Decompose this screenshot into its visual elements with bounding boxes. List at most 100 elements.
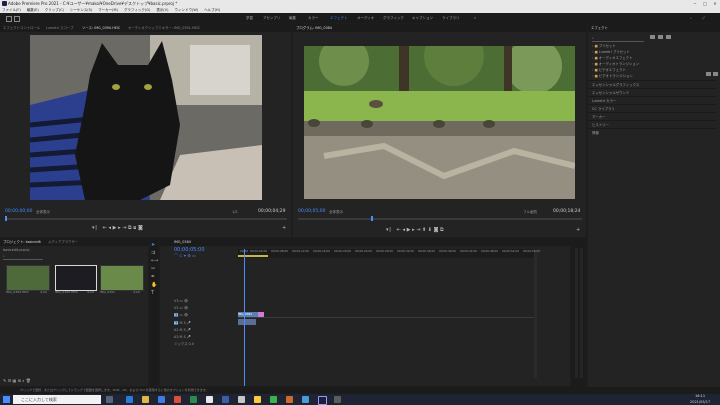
prog-mark-out-icon[interactable]: ⎸ <box>390 227 395 233</box>
app-icon[interactable] <box>334 396 341 403</box>
menu-sequence[interactable]: シーケンス(S) <box>70 8 92 12</box>
hand-tool-icon[interactable]: ✋ <box>151 282 157 288</box>
track-a3[interactable]: A3 M S 🎤 <box>174 334 194 341</box>
folder-video-effects[interactable]: › ■ ビデオエフェクト <box>592 67 626 72</box>
trash-icon[interactable]: 🗑 <box>26 378 31 383</box>
program-quality-select[interactable]: フル画質 <box>523 210 537 215</box>
folder-lumetri-presets[interactable]: › ■ Lumetri プリセット <box>592 49 630 54</box>
track-select-tool-icon[interactable]: ⇉ <box>151 250 155 256</box>
comparison-view-icon[interactable]: ⧉ <box>440 227 444 233</box>
close-button[interactable]: ✕ <box>710 0 720 7</box>
effects-search-input[interactable]: ⌕ <box>592 36 644 42</box>
menu-graphics[interactable]: グラフィック(G) <box>124 8 150 12</box>
selection-tool-icon[interactable]: ➤ <box>151 242 155 248</box>
source-zoom-select[interactable]: 全体表示 <box>36 210 50 215</box>
program-scrubber[interactable] <box>298 218 582 220</box>
linked-selection-icon[interactable]: ⊂ <box>179 253 182 258</box>
word-icon[interactable] <box>222 396 229 403</box>
timeline-fx-clip[interactable] <box>258 312 264 317</box>
razor-tool-icon[interactable]: ✂ <box>151 266 155 272</box>
lift-icon[interactable]: ⬆ <box>422 227 426 233</box>
tab-effects[interactable]: エフェクト <box>591 24 608 32</box>
tab-media-browser[interactable]: メディアブラウザー <box>48 238 78 246</box>
menu-clip[interactable]: クリップ(C) <box>45 8 64 12</box>
premiere-taskbar-icon[interactable] <box>318 396 327 405</box>
track-v3[interactable]: V3 ▭ 👁 <box>174 298 188 305</box>
source-add-button[interactable]: + <box>282 225 286 231</box>
timeline-scrollbar[interactable] <box>534 252 537 378</box>
photos-icon[interactable] <box>254 396 261 403</box>
prog-export-frame-icon[interactable]: ◙ <box>434 227 439 233</box>
import-icon[interactable] <box>14 16 20 22</box>
section-lumetri-color[interactable]: Lumetri カラー <box>588 96 716 104</box>
menu-edit[interactable]: 編集(E) <box>27 8 39 12</box>
workspace-graphics[interactable]: グラフィック <box>383 13 404 23</box>
project-search-input[interactable]: ⌕ <box>3 254 43 260</box>
explorer-icon[interactable] <box>142 396 149 403</box>
edge-icon[interactable] <box>126 396 133 403</box>
menu-help[interactable]: ヘルプ(H) <box>204 8 220 12</box>
tab-project[interactable]: プロジェクト: basicedit <box>3 238 41 246</box>
menu-window[interactable]: ウィンドウ(W) <box>174 8 198 12</box>
source-scrubber[interactable] <box>5 218 287 220</box>
track-mix[interactable]: ミックス 0.0 <box>174 341 194 348</box>
section-markers[interactable]: マーカー <box>588 112 716 120</box>
section-info[interactable]: 情報 <box>588 128 716 136</box>
workspace-learn[interactable]: 学習 <box>246 13 253 23</box>
fullscreen-icon[interactable]: ⤢ <box>702 13 705 23</box>
media-icon[interactable] <box>286 396 293 403</box>
program-playhead[interactable] <box>371 216 373 221</box>
pen-tool-icon[interactable]: ✒ <box>151 274 155 280</box>
list-view-icon[interactable]: ☰ <box>8 378 12 383</box>
tab-effect-controls[interactable]: エフェクトコントロール <box>3 24 40 32</box>
section-cc-libraries[interactable]: CC ライブラリ <box>588 104 716 112</box>
step-forward-icon[interactable]: ▸ <box>118 225 121 231</box>
play-icon[interactable]: ▶ <box>113 225 117 231</box>
track-v1[interactable]: V1 ▭ 👁 <box>174 312 188 319</box>
chrome-icon[interactable] <box>206 396 213 403</box>
source-playhead[interactable] <box>5 216 7 221</box>
timeline-audio-clip[interactable] <box>238 319 256 325</box>
32bit-effects-icon[interactable] <box>658 35 663 39</box>
program-add-button[interactable]: + <box>576 227 580 233</box>
track-a2[interactable]: A2 M S 🎤 <box>174 327 194 334</box>
tab-source[interactable]: ソース: IMG_0390.HEIC <box>82 24 120 32</box>
go-to-out-icon[interactable]: ⇥ <box>122 225 126 231</box>
project-clip-thumb-3[interactable] <box>100 265 144 291</box>
folder-presets[interactable]: › ■ プリセット <box>592 43 616 48</box>
folder-audio-transitions[interactable]: › ■ オーディオトランジション <box>592 61 639 66</box>
tab-sequence[interactable]: IMG_0384 <box>174 238 191 246</box>
icon-view-icon[interactable]: ▦ <box>13 378 17 383</box>
workspace-audio[interactable]: オーディオ <box>357 13 374 23</box>
task-view-icon[interactable] <box>106 396 113 403</box>
menu-view[interactable]: 表示(V) <box>156 8 168 12</box>
new-bin-icon[interactable] <box>706 72 711 76</box>
work-area-bar[interactable] <box>238 255 268 257</box>
folder-audio-effects[interactable]: › ■ オーディオエフェクト <box>592 55 632 60</box>
store-icon[interactable] <box>158 396 165 403</box>
prog-go-to-out-icon[interactable]: ⇥ <box>416 227 420 233</box>
more-workspaces-icon[interactable]: » <box>474 13 476 23</box>
project-clip-thumb-2[interactable] <box>55 265 97 291</box>
ripple-edit-tool-icon[interactable]: ⟷ <box>151 258 158 264</box>
mark-in-icon[interactable]: ▾ <box>92 225 95 231</box>
mail-icon[interactable] <box>302 396 309 403</box>
track-a1[interactable]: A1 M S 🎤 <box>174 320 194 327</box>
overwrite-icon[interactable]: ⧈ <box>133 225 136 231</box>
timeline-playhead[interactable] <box>244 249 245 386</box>
workspace-captions[interactable]: キャプション <box>412 13 433 23</box>
timeline-settings-icon[interactable]: ⚙ <box>187 253 191 258</box>
folder-video-transitions[interactable]: › ■ ビデオトランジション <box>592 73 633 78</box>
time-ruler[interactable]: 00;00 00;00;04;00 00;00;08;00 00;00;12;0… <box>238 249 540 258</box>
step-back-icon[interactable]: ◂ <box>109 225 112 231</box>
export-frame-icon[interactable]: ◙ <box>138 225 143 231</box>
prog-go-to-in-icon[interactable]: ⇤ <box>397 227 401 233</box>
go-to-in-icon[interactable]: ⇤ <box>103 225 107 231</box>
delete-icon[interactable] <box>713 72 718 76</box>
pencil-icon[interactable]: ✎ <box>3 378 6 383</box>
taskbar-clock[interactable]: 16:11 2021/05/17 <box>690 394 710 405</box>
line-icon[interactable] <box>270 396 277 403</box>
menu-marker[interactable]: マーカー(M) <box>98 8 118 12</box>
tab-lumetri-scopes[interactable]: Lumetri スコープ <box>46 24 73 32</box>
program-timecode[interactable]: 00;00;05;00 <box>298 209 325 214</box>
